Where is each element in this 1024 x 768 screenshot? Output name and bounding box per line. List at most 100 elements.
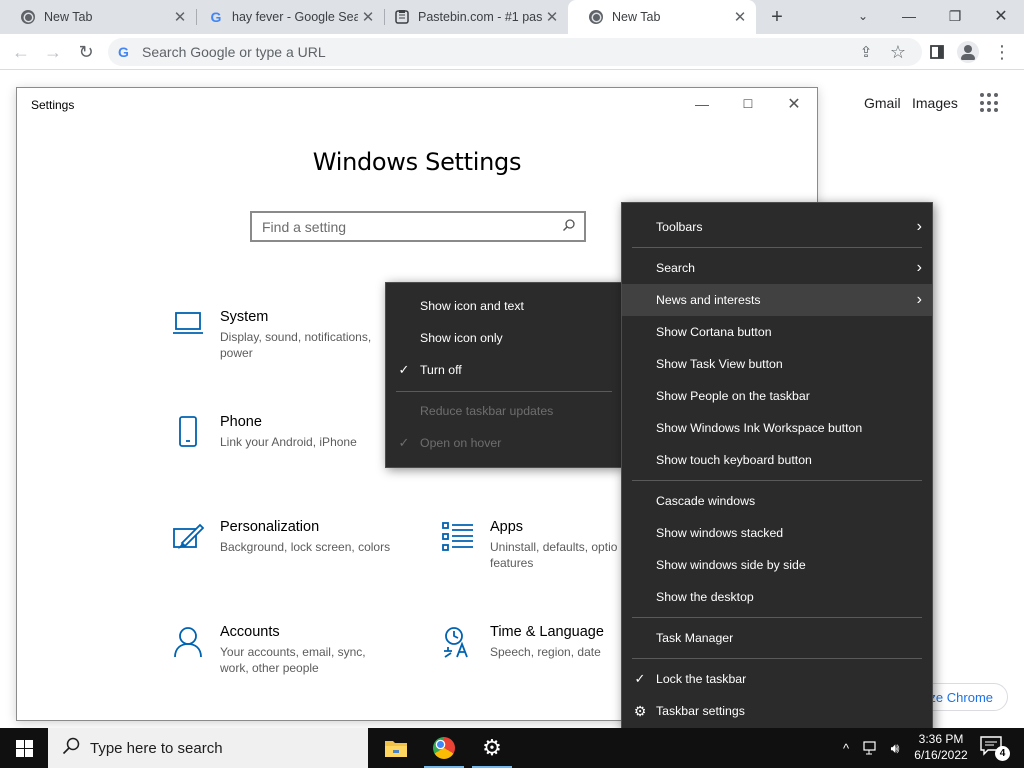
chrome-toolbar: ← → ↻ G Search Google or type a URL ⇪ ☆ …	[0, 34, 1024, 70]
tab-pastebin[interactable]: Pastebin.com - #1 past ✕	[374, 0, 568, 34]
category-desc: Uninstall, defaults, optio	[490, 540, 618, 554]
minimize-icon[interactable]: —	[886, 0, 932, 32]
close-tab-icon[interactable]: ✕	[730, 7, 750, 27]
search-icon	[562, 218, 576, 235]
window-title: Settings	[31, 98, 75, 112]
close-tab-icon[interactable]: ✕	[170, 7, 190, 27]
address-bar[interactable]: G Search Google or type a URL	[108, 38, 922, 66]
person-icon	[172, 624, 220, 676]
category-time-language[interactable]: Time & Language Speech, region, date	[442, 624, 604, 663]
bookmark-star-icon[interactable]: ☆	[885, 39, 911, 65]
chrome-taskbar-icon[interactable]	[420, 728, 468, 768]
category-accounts[interactable]: Accounts Your accounts, email, sync, wor…	[172, 624, 366, 676]
menu-item-show-cortana-button[interactable]: Show Cortana button	[622, 316, 932, 348]
menu-item-show-touch-keyboard[interactable]: Show touch keyboard button	[622, 444, 932, 476]
notification-badge: 4	[995, 746, 1010, 761]
close-icon[interactable]: ✕	[771, 92, 817, 116]
menu-separator	[632, 247, 922, 248]
google-icon: G	[210, 9, 222, 25]
settings-taskbar-icon[interactable]: ⚙	[468, 728, 516, 768]
menu-item-show-icon-only[interactable]: Show icon only	[386, 322, 622, 354]
category-desc: Link your Android, iPhone	[220, 435, 357, 449]
tab-title: Pastebin.com - #1 past	[418, 10, 542, 24]
category-personalization[interactable]: Personalization Background, lock screen,…	[172, 519, 390, 558]
minimize-icon[interactable]: —	[679, 92, 725, 116]
chevron-right-icon: ›	[916, 291, 922, 308]
category-phone[interactable]: Phone Link your Android, iPhone	[172, 414, 357, 453]
paintbrush-icon	[172, 519, 220, 558]
pastebin-icon	[394, 9, 410, 25]
menu-item-search[interactable]: Search ›	[622, 252, 932, 284]
clock-time: 3:36 PM	[918, 732, 964, 746]
menu-item-show-ink-workspace[interactable]: Show Windows Ink Workspace button	[622, 412, 932, 444]
menu-separator	[396, 391, 612, 392]
category-title: Personalization	[220, 519, 320, 535]
menu-item-toolbars[interactable]: Toolbars ›	[622, 211, 932, 243]
maximize-icon[interactable]: ☐	[725, 92, 771, 116]
taskbar-clock[interactable]: 3:36 PM 6/16/2022	[910, 731, 972, 763]
menu-item-task-manager[interactable]: Task Manager	[622, 622, 932, 654]
network-icon[interactable]	[860, 728, 882, 768]
menu-item-show-task-view-button[interactable]: Show Task View button	[622, 348, 932, 380]
restore-icon[interactable]: ❐	[932, 0, 978, 32]
file-explorer-icon[interactable]	[372, 728, 420, 768]
forward-icon[interactable]: →	[40, 39, 66, 65]
menu-item-show-the-desktop[interactable]: Show the desktop	[622, 581, 932, 613]
menu-item-taskbar-settings[interactable]: ⚙ Taskbar settings	[622, 695, 932, 727]
menu-item-show-windows-stacked[interactable]: Show windows stacked	[622, 517, 932, 549]
category-desc: Your accounts, email, sync,	[220, 645, 366, 659]
category-title: Apps	[490, 519, 524, 535]
reload-icon[interactable]: ↻	[73, 39, 99, 65]
tab-new-tab-1[interactable]: New Tab ✕	[0, 0, 196, 34]
category-title: Accounts	[220, 624, 280, 640]
chevron-right-icon: ›	[916, 259, 922, 276]
menu-item-show-icon-and-text[interactable]: Show icon and text	[386, 290, 622, 322]
news-interests-submenu: Show icon and text Show icon only ✓ Turn…	[385, 282, 623, 468]
checkmark-icon: ✓	[398, 435, 410, 450]
tab-search-chevron-icon[interactable]: ⌄	[840, 0, 886, 32]
chevron-up-icon[interactable]: ^	[836, 728, 856, 768]
notifications-icon[interactable]: 4	[980, 736, 1010, 761]
find-setting-placeholder: Find a setting	[262, 218, 347, 235]
category-apps[interactable]: Apps Uninstall, defaults, optio features	[442, 519, 617, 571]
menu-item-show-windows-side-by-side[interactable]: Show windows side by side	[622, 549, 932, 581]
volume-icon[interactable]: 🔊︎	[884, 728, 906, 768]
menu-item-show-people[interactable]: Show People on the taskbar	[622, 380, 932, 412]
profile-avatar[interactable]	[957, 41, 979, 63]
tab-hay-fever[interactable]: G hay fever - Google Sea ✕	[188, 0, 384, 34]
address-bar-placeholder: Search Google or type a URL	[142, 44, 326, 60]
more-menu-icon[interactable]: ⋮	[989, 39, 1015, 65]
category-title: Phone	[220, 414, 262, 430]
side-panel-icon[interactable]	[924, 39, 950, 65]
menu-separator	[632, 480, 922, 481]
new-tab-button[interactable]: +	[764, 5, 790, 29]
page-title: Windows Settings	[312, 148, 522, 176]
category-desc: Speech, region, date	[490, 645, 601, 659]
tab-new-tab-active[interactable]: New Tab ✕	[568, 0, 756, 34]
taskbar-search-box[interactable]: Type here to search	[48, 728, 368, 768]
menu-item-lock-the-taskbar[interactable]: ✓ Lock the taskbar	[622, 663, 932, 695]
close-window-icon[interactable]: ✕	[978, 0, 1024, 32]
menu-item-reduce-taskbar-updates: Reduce taskbar updates	[420, 404, 554, 418]
gmail-link[interactable]: Gmail	[864, 95, 901, 111]
start-button[interactable]	[0, 728, 48, 768]
google-apps-icon[interactable]	[980, 93, 1000, 113]
back-icon[interactable]: ←	[8, 39, 34, 65]
tab-title: New Tab	[612, 10, 661, 24]
find-setting-input[interactable]: Find a setting	[250, 211, 586, 242]
windows-logo-icon	[15, 739, 33, 757]
menu-item-news-and-interests[interactable]: News and interests ›	[622, 284, 932, 316]
menu-separator	[632, 658, 922, 659]
images-link[interactable]: Images	[912, 95, 958, 111]
checkmark-icon: ✓	[634, 671, 646, 686]
menu-item-turn-off[interactable]: ✓ Turn off	[386, 354, 622, 386]
category-desc: features	[490, 556, 534, 570]
close-tab-icon[interactable]: ✕	[542, 7, 562, 27]
menu-item-cascade-windows[interactable]: Cascade windows	[622, 485, 932, 517]
windows-taskbar: Type here to search ⚙ ^ 🔊︎ 3:36 PM 6/16/…	[0, 728, 1024, 768]
category-desc: Display, sound, notifications,	[220, 330, 372, 344]
category-system[interactable]: System Display, sound, notifications, po…	[172, 309, 371, 361]
share-icon[interactable]: ⇪	[853, 39, 879, 65]
chrome-icon	[588, 9, 604, 25]
tab-title: hay fever - Google Sea	[232, 10, 358, 24]
